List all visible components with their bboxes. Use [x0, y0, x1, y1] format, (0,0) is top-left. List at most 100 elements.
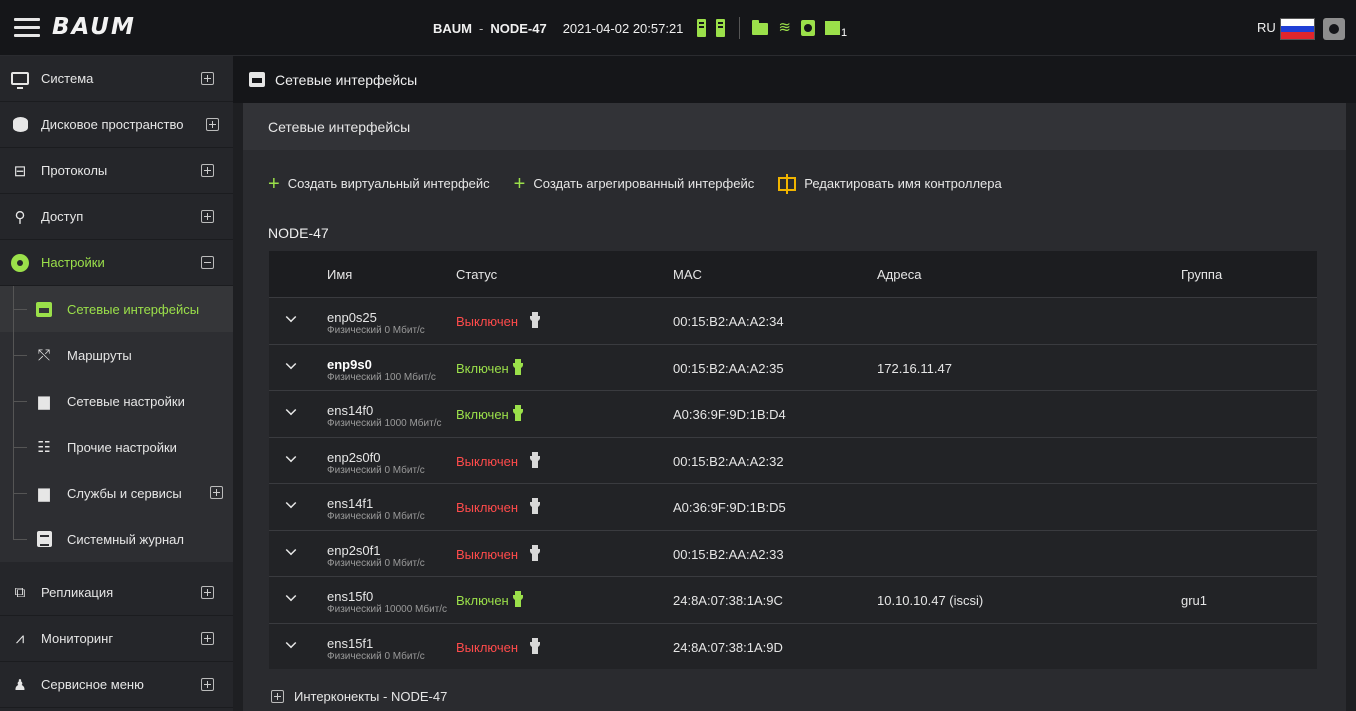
- create-virtual-interface-button[interactable]: + Создать виртуальный интерфейс: [268, 174, 490, 194]
- chevron-down-icon[interactable]: [285, 497, 297, 509]
- interface-address: 10.10.10.47 (iscsi): [877, 593, 984, 608]
- chart-icon: ⩘: [15, 630, 25, 647]
- server-icon[interactable]: [697, 19, 707, 37]
- table-row[interactable]: ens15f0 Физический 10000 Мбит/с Включен 24:…: [269, 576, 1317, 623]
- action-label: Создать виртуальный интерфейс: [287, 176, 490, 191]
- sidebar-subitem-label: Службы и сервисы: [67, 485, 182, 501]
- table-row[interactable]: enp2s0f0 Физический 0 Мбит/с Выключен 00:15…: [269, 436, 1317, 483]
- plug-icon: [530, 312, 540, 328]
- settings-icon[interactable]: [1323, 18, 1345, 40]
- sliders-icon: ☷: [37, 439, 51, 456]
- plus-icon: +: [513, 172, 526, 195]
- node-section-label: NODE-47: [268, 225, 329, 241]
- chevron-down-icon[interactable]: [285, 451, 297, 462]
- sidebar-item-service-menu[interactable]: ♟ Сервисное меню: [0, 662, 233, 708]
- chevron-down-icon[interactable]: [285, 311, 297, 323]
- menu-icon[interactable]: [14, 18, 40, 38]
- table-row[interactable]: ens14f1 Физический 0 Мбит/с Выключен A0:36:…: [269, 483, 1317, 530]
- mac-address: 00:15:B2:AA:A2:32: [673, 453, 784, 469]
- settings-submenu: Сетевые интерфейсы ⤲ Маршруты ▆ Сетевые …: [0, 286, 233, 562]
- collapse-icon[interactable]: [201, 256, 214, 269]
- chevron-down-icon[interactable]: [285, 590, 297, 602]
- sidebar-item-label: Репликация: [41, 585, 114, 600]
- sidebar-item-disk[interactable]: Дисковое пространство: [0, 102, 233, 148]
- expand-icon[interactable]: [201, 72, 214, 85]
- language-label[interactable]: RU: [1257, 20, 1276, 35]
- interface-type: Физический 1000 Мбит/с: [327, 418, 442, 429]
- sidebar-item-label: Дисковое пространство: [41, 117, 184, 132]
- action-label: Редактировать имя контроллера: [804, 176, 1002, 191]
- interface-type: Физический 0 Мбит/с: [327, 325, 425, 336]
- sidebar-subitem-label: Системный журнал: [67, 531, 184, 547]
- interface-name: enp9s0: [327, 356, 372, 372]
- expand-icon[interactable]: [210, 486, 223, 499]
- rename-icon: [778, 173, 797, 194]
- sidebar-subitem-label: Сетевые интерфейсы: [67, 301, 200, 317]
- create-aggregated-interface-button[interactable]: + Создать агрегированный интерфейс: [513, 172, 755, 195]
- sidebar-subitem-network-interfaces[interactable]: Сетевые интерфейсы: [0, 286, 233, 332]
- sidebar-item-monitoring[interactable]: ⩘ Мониторинг: [0, 616, 233, 662]
- plug-icon: [530, 544, 540, 561]
- network-settings-icon: ▆: [38, 393, 50, 410]
- column-header-mac[interactable]: MAC: [673, 267, 702, 282]
- sidebar-item-access[interactable]: ⚲ Доступ: [0, 194, 233, 240]
- status-badge: Выключен: [456, 453, 519, 469]
- expand-icon[interactable]: [201, 164, 214, 177]
- table-row[interactable]: ens14f0 Физический 1000 Мбит/с Включен A0:3…: [269, 390, 1317, 437]
- sidebar-item-settings[interactable]: Настройки: [0, 240, 233, 286]
- sidebar-item-label: Протоколы: [41, 163, 108, 178]
- sidebar-item-label: Мониторинг: [41, 631, 114, 646]
- sidebar-subitem-syslog[interactable]: Системный журнал: [0, 516, 233, 562]
- table-row[interactable]: enp9s0 Физический 100 Мбит/с Включен 00:15:…: [269, 343, 1317, 390]
- column-header-group[interactable]: Группа: [1181, 267, 1222, 282]
- plug-icon: [530, 498, 540, 514]
- server-icon[interactable]: [716, 19, 726, 37]
- column-header-status[interactable]: Статус: [456, 267, 497, 282]
- expand-icon[interactable]: [201, 586, 214, 599]
- chip-icon[interactable]: [825, 21, 840, 35]
- mac-address: 24:8A:07:38:1A:9D: [673, 639, 783, 655]
- sidebar-item-system[interactable]: Система: [0, 56, 233, 102]
- column-header-addresses[interactable]: Адреса: [877, 267, 921, 282]
- sidebar-subitem-routes[interactable]: ⤲ Маршруты: [0, 332, 233, 378]
- expand-icon[interactable]: [206, 118, 219, 131]
- flag-icon[interactable]: [1280, 18, 1315, 40]
- folder-icon[interactable]: [752, 20, 769, 35]
- chevron-down-icon[interactable]: [285, 637, 297, 648]
- expand-icon[interactable]: [201, 632, 214, 645]
- page-header: Сетевые интерфейсы: [233, 56, 1356, 103]
- interconnects-toggle[interactable]: Интерконекты - NODE-47: [271, 689, 447, 704]
- interface-group: gru1: [1181, 593, 1208, 608]
- sidebar-subitem-services[interactable]: ▆ Службы и сервисы: [0, 470, 233, 516]
- user-settings-icon: ♟: [13, 676, 27, 694]
- sidebar-item-label: Доступ: [41, 209, 84, 224]
- plug-icon: [530, 451, 540, 468]
- sidebar-subitem-network-settings[interactable]: ▆ Сетевые настройки: [0, 378, 233, 424]
- disk-icon[interactable]: [801, 20, 815, 36]
- sidebar-item-protocols[interactable]: ⊟ Протоколы: [0, 148, 233, 194]
- status-badge: Выключен: [456, 546, 519, 562]
- services-icon: ▆: [38, 485, 50, 502]
- chevron-down-icon[interactable]: [285, 544, 297, 555]
- interface-name: ens15f0: [327, 589, 374, 604]
- table-row[interactable]: enp2s0f1 Физический 0 Мбит/с Выключен 00:15…: [269, 529, 1317, 576]
- plug-icon: [513, 358, 523, 375]
- edit-controller-name-button[interactable]: Редактировать имя контроллера: [778, 173, 1002, 194]
- expand-icon[interactable]: [201, 210, 214, 223]
- table-row[interactable]: enp0s25 Физический 0 Мбит/с Выключен 00:15:…: [269, 297, 1317, 344]
- expand-icon[interactable]: [201, 678, 214, 691]
- chevron-down-icon[interactable]: [285, 358, 297, 369]
- table-row[interactable]: ens15f1 Физический 0 Мбит/с Выключен 24:8A:…: [269, 622, 1317, 669]
- expand-icon[interactable]: [271, 690, 284, 703]
- interface-name: ens15f1: [327, 635, 374, 651]
- chevron-down-icon[interactable]: [285, 404, 297, 416]
- sidebar-subitem-other-settings[interactable]: ☷ Прочие настройки: [0, 424, 233, 470]
- node-label: NODE-47: [490, 20, 547, 36]
- plug-icon: [530, 637, 540, 654]
- layers-icon[interactable]: ≋: [778, 19, 791, 37]
- content-panel: Сетевые интерфейсы + Создать виртуальный…: [243, 103, 1346, 711]
- column-header-name[interactable]: Имя: [327, 267, 352, 282]
- brand-label: BAUM: [433, 20, 472, 36]
- sidebar-item-replication[interactable]: ⧉ Репликация: [0, 570, 233, 616]
- table-header: Имя Статус MAC Адреса Группа: [269, 251, 1317, 297]
